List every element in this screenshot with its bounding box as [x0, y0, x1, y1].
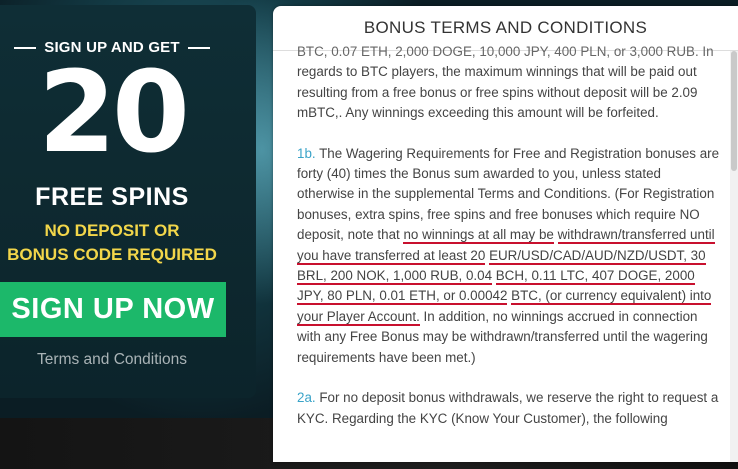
underlined-text-1: no winnings at all may be	[403, 227, 554, 245]
terms-section-2a: 2a. For no deposit bonus withdrawals, we…	[297, 388, 721, 429]
dash-right	[187, 46, 210, 49]
promo-condition-line1: NO DEPOSIT OR	[44, 221, 180, 240]
terms-link[interactable]: Terms and Conditions	[0, 351, 224, 369]
promo-free-spins: FREE SPINS	[35, 183, 189, 211]
dash-left	[14, 46, 37, 49]
terms-scrollbar-thumb[interactable]	[731, 51, 737, 171]
terms-panel-title: BONUS TERMS AND CONDITIONS	[363, 18, 648, 37]
terms-section-1b: 1b. The Wagering Requirements for Free a…	[297, 144, 721, 368]
section-2a-text: For no deposit bonus withdrawals, we res…	[297, 390, 719, 426]
terms-panel-body[interactable]: BTC, 0.07 ETH, 2,000 DOGE, 10,000 JPY, 4…	[297, 42, 721, 449]
terms-paragraph-top-text: regards to BTC players, the maximum winn…	[297, 64, 698, 121]
terms-panel: BONUS TERMS AND CONDITIONS BTC, 0.07 ETH…	[273, 6, 738, 462]
signup-button[interactable]: SIGN UP NOW	[0, 282, 226, 337]
terms-scrollbar[interactable]	[730, 51, 738, 462]
terms-cut-line: BTC, 0.07 ETH, 2,000 DOGE, 10,000 JPY, 4…	[297, 44, 714, 59]
promo-card: SIGN UP AND GET 20 FREE SPINS NO DEPOSIT…	[0, 5, 256, 398]
promo-big-number: 20	[38, 48, 190, 178]
terms-paragraph-top: BTC, 0.07 ETH, 2,000 DOGE, 10,000 JPY, 4…	[297, 42, 721, 124]
promo-condition-line2: BONUS CODE REQUIRED	[7, 245, 217, 264]
promo-condition: NO DEPOSIT OR BONUS CODE REQUIRED	[0, 219, 224, 267]
section-number-2a: 2a.	[297, 390, 316, 406]
section-number-1b: 1b.	[297, 145, 316, 161]
